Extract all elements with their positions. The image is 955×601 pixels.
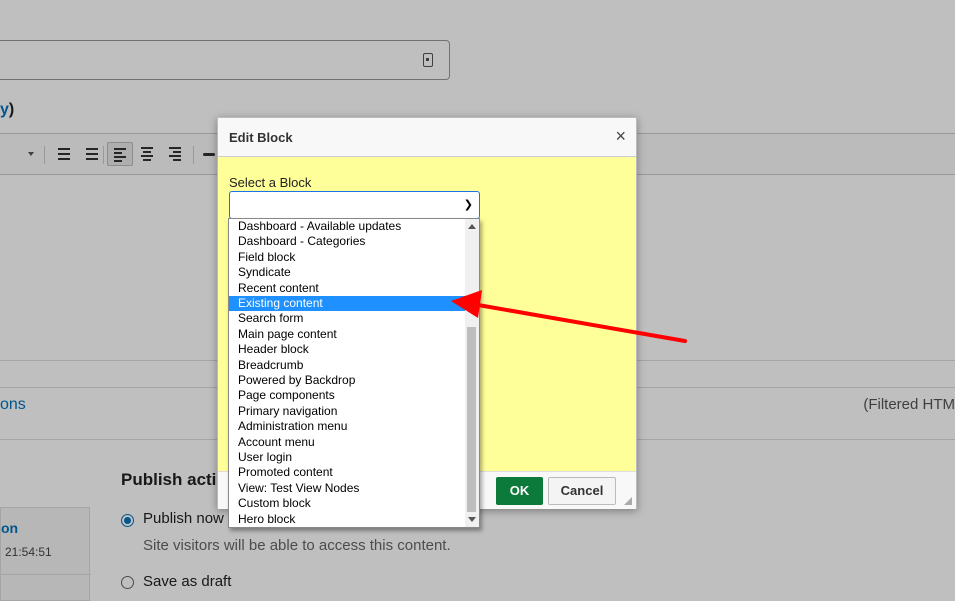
block-option[interactable]: Recent content bbox=[229, 281, 465, 296]
block-option[interactable]: View: Test View Nodes bbox=[229, 481, 465, 496]
block-option[interactable]: User login bbox=[229, 450, 465, 465]
block-option[interactable]: Page components bbox=[229, 388, 465, 403]
close-icon[interactable]: × bbox=[615, 127, 626, 145]
block-option[interactable]: Field block bbox=[229, 250, 465, 265]
block-option[interactable]: Promoted content bbox=[229, 465, 465, 480]
block-option[interactable]: Hero block bbox=[229, 512, 465, 527]
block-option[interactable]: Search form bbox=[229, 311, 465, 326]
block-option[interactable]: Main page content bbox=[229, 327, 465, 342]
scrollbar[interactable] bbox=[465, 219, 479, 527]
block-select[interactable]: ❯ bbox=[229, 191, 480, 219]
resize-grip-icon[interactable] bbox=[624, 497, 632, 505]
block-option[interactable]: Custom block bbox=[229, 496, 465, 511]
block-option[interactable]: Existing content bbox=[229, 296, 465, 312]
select-block-label: Select a Block bbox=[229, 175, 312, 190]
scroll-down-icon[interactable] bbox=[468, 517, 476, 522]
block-option[interactable]: Administration menu bbox=[229, 419, 465, 434]
cancel-button[interactable]: Cancel bbox=[548, 477, 616, 505]
block-option[interactable]: Syndicate bbox=[229, 265, 465, 280]
scrollbar-thumb[interactable] bbox=[467, 327, 476, 512]
block-option[interactable]: Dashboard - Categories bbox=[229, 234, 465, 249]
block-option[interactable]: Dashboard - Available updates bbox=[229, 219, 465, 234]
block-option[interactable]: Header block bbox=[229, 342, 465, 357]
block-options-list: Dashboard - Available updates Dashboard -… bbox=[228, 218, 480, 528]
block-option[interactable]: Breadcrumb bbox=[229, 358, 465, 373]
scroll-up-icon[interactable] bbox=[468, 224, 476, 229]
block-option[interactable]: Primary navigation bbox=[229, 404, 465, 419]
dialog-title: Edit Block bbox=[229, 130, 293, 145]
dialog-header: Edit Block × bbox=[218, 118, 636, 157]
chevron-down-icon: ❯ bbox=[463, 199, 473, 211]
block-option[interactable]: Account menu bbox=[229, 435, 465, 450]
block-option[interactable]: Powered by Backdrop bbox=[229, 373, 465, 388]
ok-button[interactable]: OK bbox=[496, 477, 543, 505]
